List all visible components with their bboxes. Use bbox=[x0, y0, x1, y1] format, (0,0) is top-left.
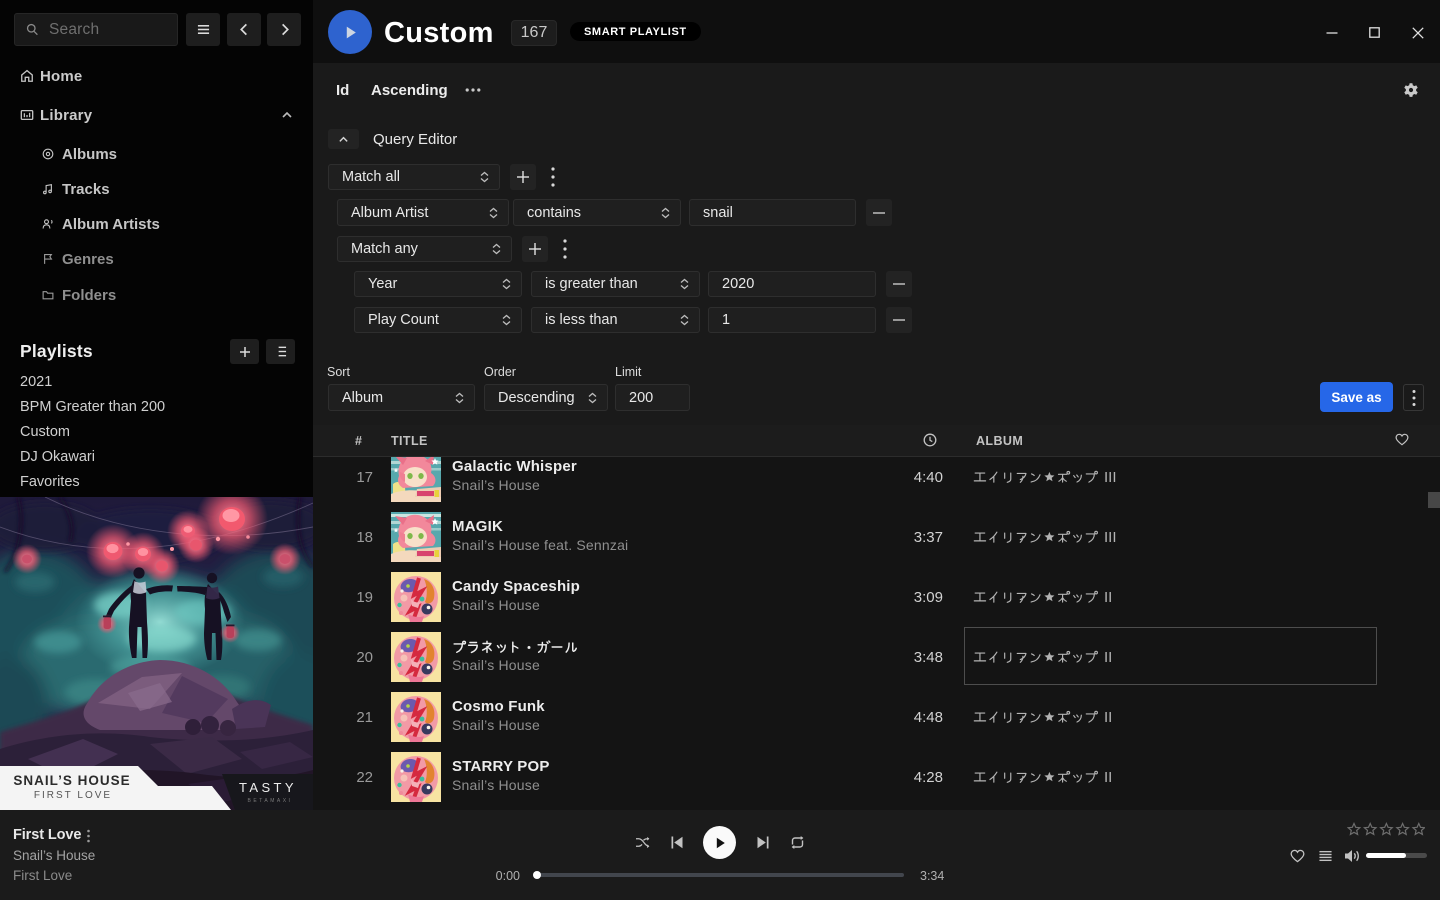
svg-text:FIRST LOVE: FIRST LOVE bbox=[34, 790, 112, 801]
svg-text:TASTY: TASTY bbox=[239, 780, 297, 795]
svg-text:BETAMAXI: BETAMAXI bbox=[248, 798, 293, 804]
svg-text:SNAIL’S HOUSE: SNAIL’S HOUSE bbox=[13, 773, 130, 788]
